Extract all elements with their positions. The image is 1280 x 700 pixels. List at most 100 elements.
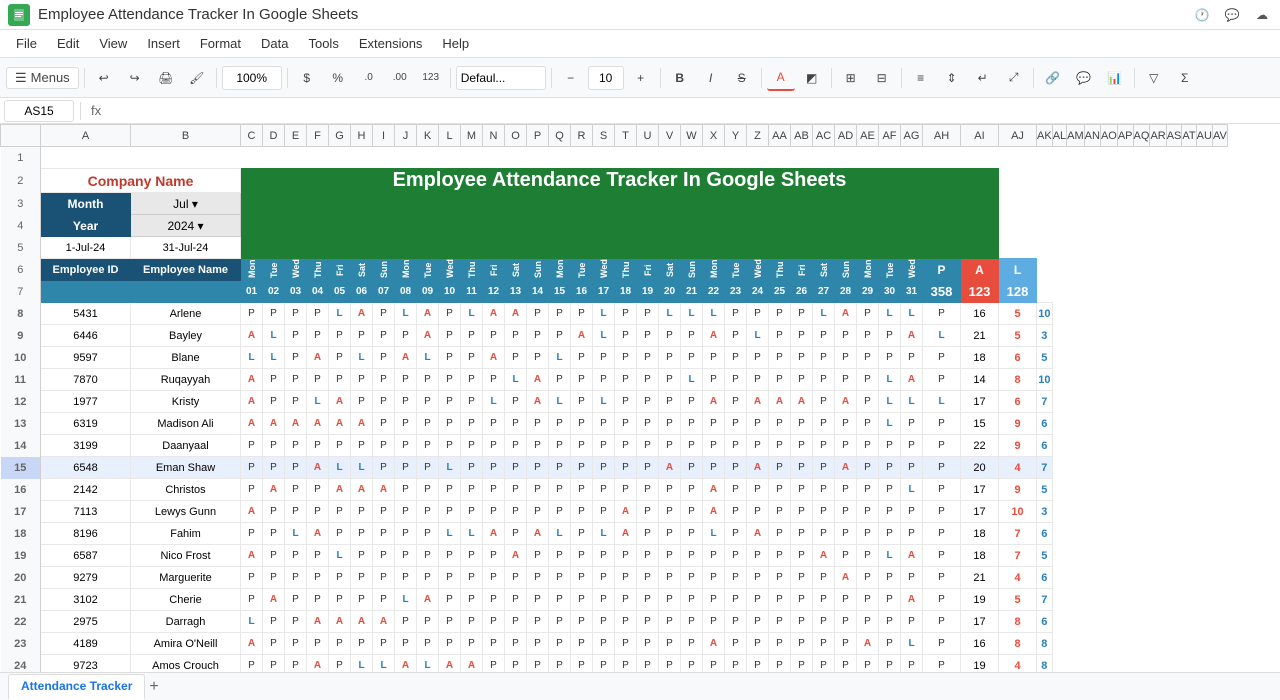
col-header[interactable]: AJ	[999, 125, 1037, 147]
col-header[interactable]: AR	[1150, 125, 1166, 147]
decrease-decimal-button[interactable]: .0	[355, 65, 383, 91]
menu-edit[interactable]: Edit	[49, 33, 87, 54]
redo-button[interactable]: ↪	[121, 65, 149, 91]
col-header[interactable]: D	[263, 125, 285, 147]
col-header[interactable]: AS	[1166, 125, 1182, 147]
align-v-button[interactable]: ⇕	[938, 65, 966, 91]
col-header[interactable]: AB	[791, 125, 813, 147]
col-header[interactable]: N	[483, 125, 505, 147]
col-header[interactable]: AI	[961, 125, 999, 147]
col-header[interactable]: L	[439, 125, 461, 147]
col-header[interactable]: W	[681, 125, 703, 147]
font-size-input[interactable]	[588, 66, 624, 90]
text-color-button[interactable]: A	[767, 65, 795, 91]
comment-icon[interactable]: 💬	[1222, 5, 1242, 25]
col-header[interactable]: B	[131, 125, 241, 147]
col-header[interactable]: U	[637, 125, 659, 147]
col-header[interactable]: I	[373, 125, 395, 147]
col-header[interactable]: E	[285, 125, 307, 147]
menu-insert[interactable]: Insert	[139, 33, 188, 54]
col-header[interactable]: AH	[923, 125, 961, 147]
col-header[interactable]: Z	[747, 125, 769, 147]
currency-button[interactable]: $	[293, 65, 321, 91]
filter-button[interactable]: ▽	[1140, 65, 1168, 91]
col-header[interactable]: T	[615, 125, 637, 147]
col-header[interactable]: O	[505, 125, 527, 147]
increase-decimal-button[interactable]: .00	[386, 65, 414, 91]
cell[interactable]: Jul ▾	[131, 193, 241, 215]
col-header[interactable]: AK	[1037, 125, 1053, 147]
cell: 3102	[41, 589, 131, 611]
paint-format-button[interactable]: 🖌	[183, 65, 211, 91]
col-header[interactable]: AE	[857, 125, 879, 147]
col-header[interactable]: Q	[549, 125, 571, 147]
col-header[interactable]: P	[527, 125, 549, 147]
col-header[interactable]: AL	[1052, 125, 1066, 147]
col-header[interactable]: AC	[813, 125, 835, 147]
col-header[interactable]: AP	[1117, 125, 1133, 147]
history-icon[interactable]: 🕐	[1192, 5, 1212, 25]
col-header[interactable]: Y	[725, 125, 747, 147]
borders-button[interactable]: ⊞	[837, 65, 865, 91]
zoom-input[interactable]	[222, 66, 282, 90]
menu-data[interactable]: Data	[253, 33, 296, 54]
add-sheet-button[interactable]: +	[149, 678, 158, 696]
col-header[interactable]: A	[41, 125, 131, 147]
col-header[interactable]: AU	[1196, 125, 1212, 147]
col-header[interactable]: V	[659, 125, 681, 147]
sheet-container[interactable]: ABCDEFGHIJKLMNOPQRSTUVWXYZAAABACADAEAFAG…	[0, 124, 1280, 679]
col-header[interactable]: S	[593, 125, 615, 147]
formula-input[interactable]	[109, 100, 1276, 122]
menu-tools[interactable]: Tools	[300, 33, 346, 54]
cell-reference-input[interactable]	[4, 100, 74, 122]
col-header[interactable]: AT	[1182, 125, 1196, 147]
col-header[interactable]: G	[329, 125, 351, 147]
strikethrough-button[interactable]: S	[728, 65, 756, 91]
functions-button[interactable]: Σ	[1171, 65, 1199, 91]
menu-file[interactable]: File	[8, 33, 45, 54]
link-button[interactable]: 🔗	[1039, 65, 1067, 91]
col-header[interactable]: AA	[769, 125, 791, 147]
col-header[interactable]: AM	[1067, 125, 1085, 147]
menus-button[interactable]: ☰ Menus	[6, 67, 79, 89]
font-size-plus-button[interactable]: +	[627, 65, 655, 91]
cell[interactable]: 2024 ▾	[131, 215, 241, 237]
cloud-icon[interactable]: ☁	[1252, 5, 1272, 25]
print-button[interactable]: 🖨	[152, 65, 180, 91]
comment-button[interactable]: 💬	[1070, 65, 1098, 91]
bold-button[interactable]: B	[666, 65, 694, 91]
col-header[interactable]: AO	[1100, 125, 1117, 147]
col-header[interactable]: AF	[879, 125, 901, 147]
align-h-button[interactable]: ≡	[907, 65, 935, 91]
col-header[interactable]: H	[351, 125, 373, 147]
col-header[interactable]: K	[417, 125, 439, 147]
menu-extensions[interactable]: Extensions	[351, 33, 431, 54]
italic-button[interactable]: I	[697, 65, 725, 91]
chart-button[interactable]: 📊	[1101, 65, 1129, 91]
col-header[interactable]: AV	[1212, 125, 1227, 147]
undo-button[interactable]: ↩	[90, 65, 118, 91]
col-header[interactable]: J	[395, 125, 417, 147]
col-header[interactable]: X	[703, 125, 725, 147]
col-header[interactable]: AQ	[1133, 125, 1150, 147]
format-number-button[interactable]: 123	[417, 65, 445, 91]
merge-button[interactable]: ⊟	[868, 65, 896, 91]
menu-help[interactable]: Help	[434, 33, 477, 54]
col-header[interactable]: AN	[1084, 125, 1100, 147]
percent-button[interactable]: %	[324, 65, 352, 91]
col-header[interactable]	[1, 125, 41, 147]
text-rotate-button[interactable]: ⤢	[1000, 65, 1028, 91]
col-header[interactable]: AG	[901, 125, 923, 147]
font-size-minus-button[interactable]: −	[557, 65, 585, 91]
col-header[interactable]: M	[461, 125, 483, 147]
menu-format[interactable]: Format	[192, 33, 249, 54]
text-wrap-button[interactable]: ↵	[969, 65, 997, 91]
col-header[interactable]: C	[241, 125, 263, 147]
col-header[interactable]: F	[307, 125, 329, 147]
fill-color-button[interactable]: ◩	[798, 65, 826, 91]
col-header[interactable]: R	[571, 125, 593, 147]
font-name-input[interactable]	[456, 66, 546, 90]
menu-view[interactable]: View	[91, 33, 135, 54]
tab-attendance-tracker[interactable]: Attendance Tracker	[8, 674, 145, 700]
col-header[interactable]: AD	[835, 125, 857, 147]
